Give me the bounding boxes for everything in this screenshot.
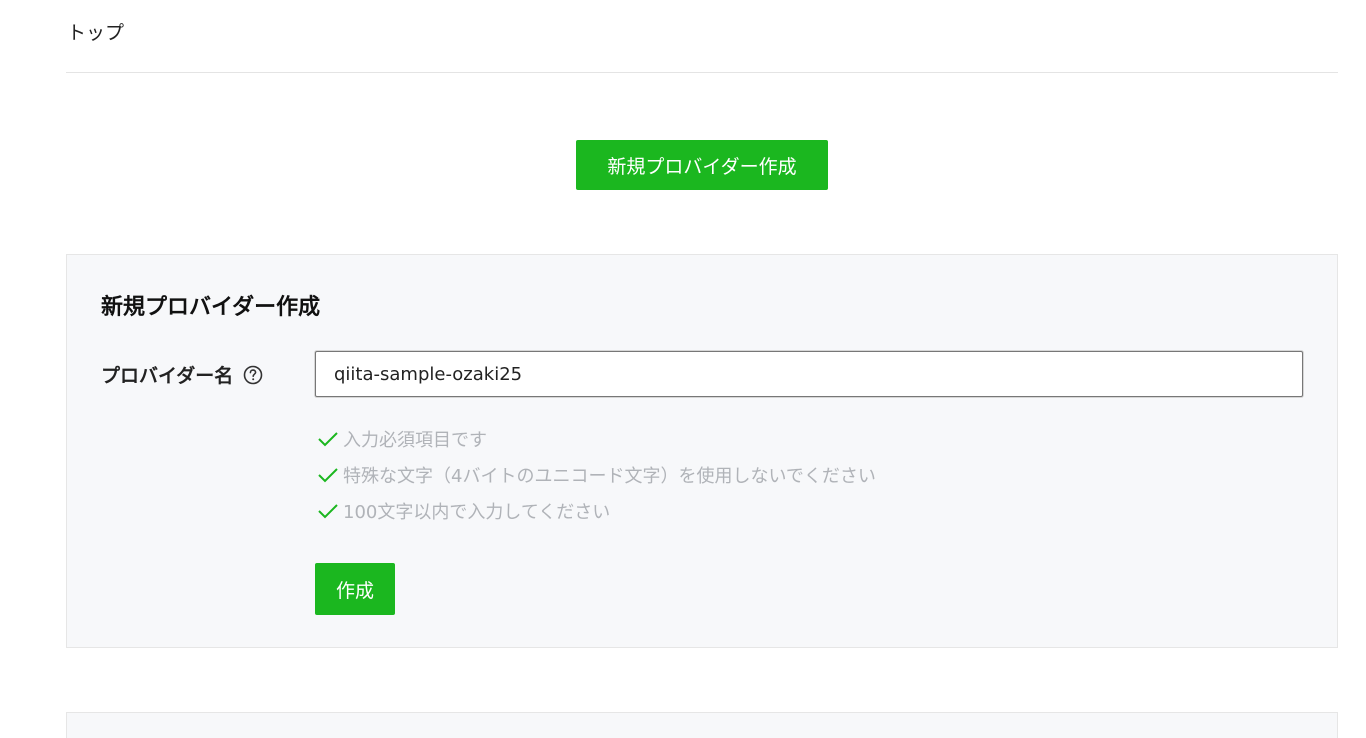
provider-name-label-row: プロバイダー名 <box>101 361 263 388</box>
page: トップ 新規プロバイダー作成 新規プロバイダー作成 プロバイダー名 入力必須項目… <box>0 0 1366 738</box>
validation-rule: 100文字以内で入力してください <box>317 493 876 529</box>
validation-rule-text: 特殊な文字（4バイトのユニコード文字）を使用しないでください <box>343 466 876 487</box>
validation-rules: 入力必須項目です 特殊な文字（4バイトのユニコード文字）を使用しないでください … <box>317 421 876 529</box>
form-title: 新規プロバイダー作成 <box>101 295 321 320</box>
validation-rule-text: 100文字以内で入力してください <box>343 502 611 523</box>
breadcrumb[interactable]: トップ <box>67 18 124 45</box>
provider-name-input[interactable] <box>315 351 1303 397</box>
create-button[interactable]: 作成 <box>315 563 395 615</box>
breadcrumb-top-link[interactable]: トップ <box>67 22 124 44</box>
validation-rule: 特殊な文字（4バイトのユニコード文字）を使用しないでください <box>317 457 876 493</box>
check-icon <box>318 468 338 483</box>
question-circle-icon[interactable] <box>243 365 263 385</box>
validation-rule: 入力必須項目です <box>317 421 876 457</box>
provider-list-panel <box>66 712 1338 738</box>
check-icon <box>318 432 338 447</box>
new-provider-form-panel: 新規プロバイダー作成 プロバイダー名 入力必須項目です <box>66 254 1338 648</box>
header-divider <box>66 72 1338 73</box>
new-provider-button[interactable]: 新規プロバイダー作成 <box>576 140 828 190</box>
provider-name-label: プロバイダー名 <box>101 365 234 387</box>
check-icon <box>318 504 338 519</box>
validation-rule-text: 入力必須項目です <box>343 430 487 451</box>
